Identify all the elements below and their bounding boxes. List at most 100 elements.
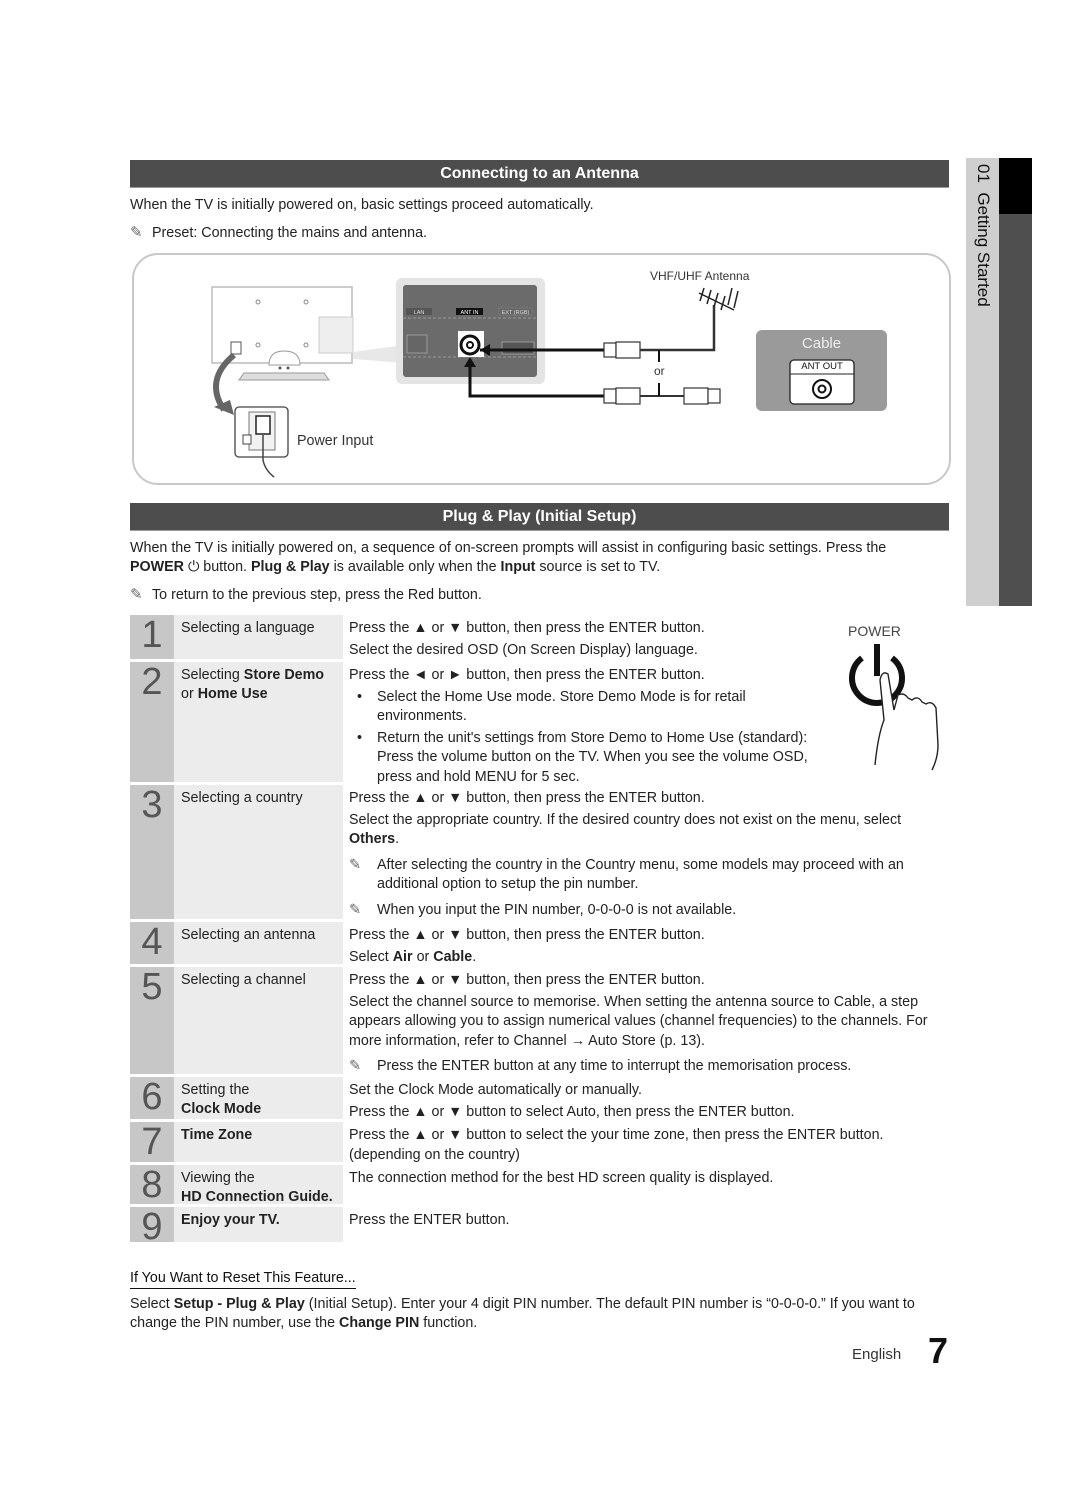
page-number: 7 <box>928 1330 949 1371</box>
step-note-text: After selecting the country in the Count… <box>377 856 904 893</box>
note-pencil-icon: ✎ <box>349 1058 361 1074</box>
step-title: Enjoy your TV. <box>174 1207 343 1242</box>
step-row: 9 Enjoy your TV. Press the ENTER button. <box>130 1207 940 1247</box>
power-input-icon <box>234 406 289 478</box>
step-title: Selecting a language <box>174 615 343 659</box>
step-line-text: Select the appropriate country. If the d… <box>349 811 902 828</box>
antenna-note: ✎ Preset: Connecting the mains and antenn… <box>130 223 427 243</box>
intro-plug-play: Plug & Play <box>250 559 330 575</box>
step-note: ✎ Press the ENTER button at any time to i… <box>349 1057 939 1077</box>
step-title: Selecting a channel <box>174 967 343 1074</box>
step-note-text: Press the ENTER button at any time to in… <box>377 1058 852 1074</box>
step-description: Press the ▲ or ▼ button, then press the … <box>349 971 939 1079</box>
step-line-bold: Cable <box>433 948 473 965</box>
step-description: The connection method for the best HD sc… <box>349 1169 939 1191</box>
plug-play-note: ✎ To return to the previous step, press t… <box>130 585 482 605</box>
step-title: Selecting a country <box>174 785 343 919</box>
step-line-text: Select <box>349 948 393 965</box>
step-number: 3 <box>130 785 174 919</box>
step-line: Press the ▲ or ▼ button, then press the … <box>349 790 705 806</box>
or-label: or <box>654 364 665 378</box>
note-pencil-icon: ✎ <box>349 856 361 873</box>
antenna-intro: When the TV is initially powered on, bas… <box>130 197 594 213</box>
chapter-title: Getting Started <box>974 192 993 307</box>
antenna-label: VHF/UHF Antenna <box>650 269 750 283</box>
step-line: Press the ▲ or ▼ button to select the yo… <box>349 1127 884 1163</box>
step-line: Select the channel source to memorise. W… <box>349 993 928 1049</box>
step-description: Press the ◄ or ► button, then press the … <box>349 666 809 789</box>
intro-text-2: button. <box>199 559 251 575</box>
reset-text-bold: Change PIN <box>339 1315 420 1331</box>
step-title-part: Setting the <box>181 1082 250 1098</box>
step-row: 6 Setting the Clock Mode Set the Clock Mo… <box>130 1077 940 1120</box>
reset-text: Select Setup - Plug & Play (Initial Setu… <box>130 1295 940 1333</box>
intro-text-4: source is set to TV. <box>535 559 661 575</box>
step-row: 5 Selecting a channel Press the ▲ or ▼ b… <box>130 967 940 1074</box>
step-note-text: When you input the PIN number, 0-0-0-0 i… <box>377 901 737 918</box>
note-pencil-icon: ✎ <box>130 224 143 241</box>
step-line: Press the ▲ or ▼ button to select Auto, … <box>349 1103 795 1120</box>
step-description: Press the ▲ or ▼ button to select the yo… <box>349 1126 939 1167</box>
step-line-bold: Others <box>349 831 396 847</box>
step-number: 4 <box>130 922 174 964</box>
step-row: 3 Selecting a country Press the ▲ or ▼ b… <box>130 785 940 919</box>
step-note: ✎ After selecting the country in the Coun… <box>349 856 939 895</box>
step-description: Press the ▲ or ▼ button, then press the … <box>349 926 939 969</box>
step-description: Press the ▲ or ▼ button, then press the … <box>349 619 939 662</box>
plug-play-intro: When the TV is initially powered on, a s… <box>130 539 930 577</box>
ant-out-label: ANT OUT <box>801 361 843 372</box>
step-line: Select the appropriate country. If the d… <box>349 811 902 848</box>
step-description: Press the ENTER button. <box>349 1211 939 1233</box>
step-note: ✎ When you input the PIN number, 0-0-0-0 … <box>349 901 939 921</box>
step-row: 4 Selecting an antenna Press the ▲ or ▼ … <box>130 922 940 965</box>
step-description: Press the ▲ or ▼ button, then press the … <box>349 789 939 922</box>
chapter-tab-marker <box>999 158 1032 214</box>
step-title: Selecting an antenna <box>174 922 343 964</box>
section-heading-antenna: Connecting to an Antenna <box>130 160 949 188</box>
intro-text-3: is available only when the <box>329 559 501 575</box>
step-line: Press the ENTER button. <box>349 1212 510 1228</box>
step-number: 2 <box>130 662 174 782</box>
step-number: 6 <box>130 1077 174 1119</box>
reset-text-part: Select <box>130 1296 174 1312</box>
step-number: 9 <box>130 1207 174 1247</box>
step-line: Press the ◄ or ► button, then press the … <box>349 667 705 683</box>
step-title-bold: HD Connection Guide. <box>181 1189 333 1205</box>
port-label-ext: EXT (RGB) <box>502 310 530 316</box>
step-title-part: or <box>181 686 198 702</box>
step-line: Set the Clock Mode automatically or manu… <box>349 1082 642 1098</box>
note-pencil-icon: ✎ <box>349 901 361 918</box>
step-title: Viewing the HD Connection Guide. <box>174 1165 343 1205</box>
plug-play-note-text: To return to the previous step, press th… <box>152 587 482 603</box>
reset-text-bold: Setup - Plug & Play <box>173 1296 305 1312</box>
step-row: 2 Selecting Store Demo or Home Use Press… <box>130 662 940 785</box>
step-title-bold: Clock Mode <box>181 1101 262 1117</box>
chapter-label: 01 Getting Started <box>968 164 998 464</box>
section-heading-plug-play: Plug & Play (Initial Setup) <box>130 503 949 531</box>
antenna-connection-diagram: LAN ANT IN EXT (RGB) VHF/UHF Antenna or <box>132 253 951 485</box>
intro-input: Input <box>500 559 536 575</box>
step-row: 7 Time Zone Press the ▲ or ▼ button to s… <box>130 1122 940 1163</box>
step-number: 5 <box>130 967 174 1074</box>
step-bullet: Return the unit's settings from Store De… <box>349 729 809 788</box>
step-line: Press the ▲ or ▼ button, then press the … <box>349 927 705 943</box>
step-title: Selecting Store Demo or Home Use <box>174 662 343 782</box>
step-line: Select Air or Cable. <box>349 948 477 965</box>
step-line-bold: Air <box>392 948 413 965</box>
power-input-label: Power Input <box>297 433 374 449</box>
step-title-part: Selecting <box>181 667 244 683</box>
step-title-bold: Store Demo <box>243 667 325 683</box>
step-line: Select the desired OSD (On Screen Displa… <box>349 641 698 658</box>
step-description: Set the Clock Mode automatically or manu… <box>349 1081 939 1124</box>
step-bullet: Select the Home Use mode. Store Demo Mod… <box>349 688 809 727</box>
step-row: 8 Viewing the HD Connection Guide. The co… <box>130 1165 940 1205</box>
footer-language: English <box>852 1346 902 1363</box>
step-title: Setting the Clock Mode <box>174 1077 343 1119</box>
reset-text-part: function. <box>419 1315 478 1331</box>
intro-text-1: When the TV is initially powered on, a s… <box>130 540 887 556</box>
step-line: The connection method for the best HD sc… <box>349 1170 774 1186</box>
step-line: Press the ▲ or ▼ button, then press the … <box>349 972 705 988</box>
intro-power-word: POWER <box>130 559 185 575</box>
step-title-bold: Home Use <box>197 686 268 702</box>
reset-heading: If You Want to Reset This Feature... <box>130 1270 356 1289</box>
